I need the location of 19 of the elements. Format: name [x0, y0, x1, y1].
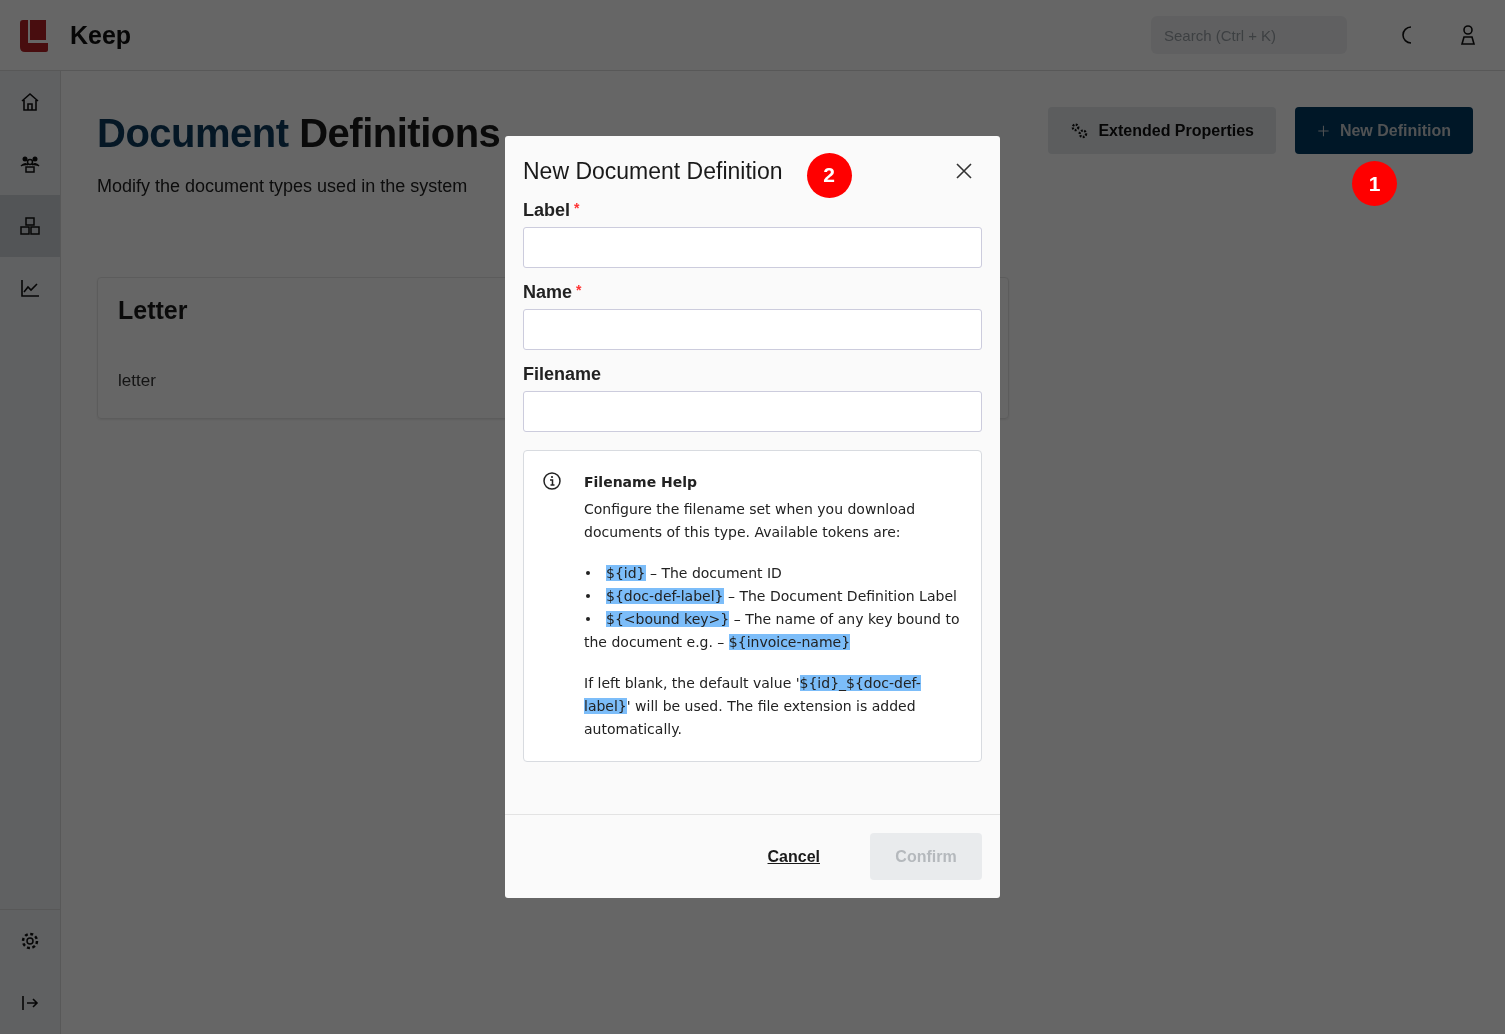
token-item: ${id} – The document ID: [584, 562, 963, 585]
required-mark: *: [576, 282, 582, 298]
token-item: ${<bound key>} – The name of any key bound to the document e.g. – ${invoice-name}: [584, 610, 961, 652]
page-subtitle: Modify the document types used in the system: [97, 176, 469, 197]
help-text: Configure the filename set when you download documents of this type. Available tokens are:: [584, 500, 917, 542]
token-item: ${doc-def-label} – The Document Definition Label: [584, 585, 963, 608]
field-label: Label: [523, 200, 570, 220]
field-label: Filename: [523, 364, 602, 384]
field-label: Name: [523, 282, 573, 302]
required-mark: *: [574, 200, 580, 216]
card-title: Letter: [118, 296, 189, 325]
dialog-title: New Document Definition: [523, 157, 783, 185]
app-name: Keep: [70, 20, 133, 50]
step-marker: 2: [806, 152, 852, 198]
page-title: Document Definitions: [97, 111, 501, 156]
help-title: Filename Help: [584, 473, 699, 492]
card-name: letter: [118, 371, 156, 391]
help-note: If left blank, the default value '${id}_${doc-def-label}' will be used. The file extension is added automatically.: [584, 674, 922, 739]
step-marker: 1: [1352, 161, 1397, 206]
